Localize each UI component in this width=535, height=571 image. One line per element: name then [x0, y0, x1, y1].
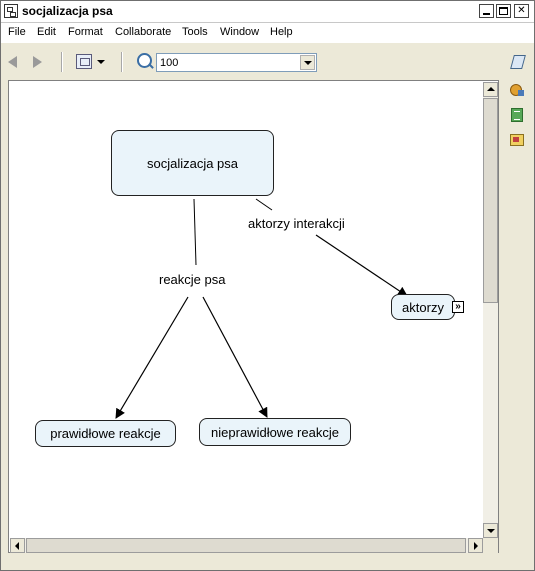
vertical-scroll-thumb[interactable]	[483, 98, 498, 303]
concept-label: aktorzy	[402, 299, 444, 315]
close-button[interactable]: ✕	[514, 4, 529, 18]
toolbar-separator	[121, 52, 123, 72]
concept-root[interactable]: socjalizacja psa	[111, 130, 274, 196]
link-arrow	[315, 234, 408, 297]
menu-bar: File Edit Format Collaborate Tools Windo…	[1, 23, 534, 43]
scroll-left-button[interactable]	[10, 538, 25, 553]
concept-correct-reactions[interactable]: prawidłowe reakcje	[35, 420, 176, 447]
vertical-scrollbar[interactable]	[483, 82, 498, 538]
scrollbar-corner	[483, 538, 498, 553]
title-bar: socjalizacja psa ✕	[1, 1, 534, 23]
concept-label: prawidłowe reakcje	[50, 426, 161, 441]
menu-format[interactable]: Format	[67, 26, 104, 38]
expand-submap-icon[interactable]: »	[452, 301, 464, 313]
minimize-button[interactable]	[479, 4, 494, 18]
zoom-select[interactable]: 100	[156, 53, 317, 72]
app-icon	[4, 4, 18, 18]
concept-incorrect-reactions[interactable]: nieprawidłowe reakcje	[199, 418, 351, 446]
menu-tools[interactable]: Tools	[181, 26, 209, 38]
horizontal-scrollbar[interactable]	[10, 538, 483, 553]
link-line	[255, 198, 273, 211]
maximize-button[interactable]	[496, 4, 511, 18]
scroll-up-button[interactable]	[483, 82, 498, 97]
styles-palette-icon[interactable]	[509, 53, 525, 69]
link-label-dog-reactions[interactable]: reakcje psa	[157, 272, 228, 287]
menu-collaborate[interactable]: Collaborate	[114, 26, 172, 38]
menu-file[interactable]: File	[7, 26, 27, 38]
scroll-right-button[interactable]	[468, 538, 483, 553]
window-title: socjalizacja psa	[22, 4, 113, 18]
zoom-value: 100	[160, 57, 179, 69]
chevron-down-icon[interactable]	[97, 60, 105, 64]
toolbar: 100	[1, 44, 534, 78]
forward-arrow-icon[interactable]	[33, 56, 42, 68]
app-window: socjalizacja psa ✕ File Edit Format Coll…	[0, 0, 535, 571]
collaboration-icon[interactable]	[509, 132, 525, 148]
link-line	[193, 198, 197, 266]
toolbar-separator	[61, 52, 63, 72]
concept-label: socjalizacja psa	[146, 155, 239, 171]
menu-edit[interactable]: Edit	[36, 26, 57, 38]
concept-map-canvas[interactable]: socjalizacja psa aktorzy interakcji reak…	[10, 82, 483, 538]
status-bar	[1, 555, 534, 570]
menu-help[interactable]: Help	[269, 26, 294, 38]
concept-actors[interactable]: aktorzy	[391, 294, 455, 320]
back-arrow-icon[interactable]	[8, 56, 17, 68]
horizontal-scroll-thumb[interactable]	[26, 538, 466, 553]
link-arrow	[202, 296, 268, 418]
notes-icon[interactable]	[509, 107, 525, 123]
canvas-frame: socjalizacja psa aktorzy interakcji reak…	[8, 80, 499, 553]
link-label-interaction-actors[interactable]: aktorzy interakcji	[246, 216, 347, 231]
concept-label: nieprawidłowe reakcje	[211, 424, 339, 440]
link-arrow	[115, 296, 189, 419]
scroll-down-button[interactable]	[483, 523, 498, 538]
menu-window[interactable]: Window	[219, 26, 260, 38]
view-mode-icon[interactable]	[76, 54, 92, 69]
zoom-dropdown-button[interactable]	[300, 55, 315, 70]
resources-icon[interactable]	[509, 81, 525, 97]
zoom-icon[interactable]	[137, 53, 152, 68]
